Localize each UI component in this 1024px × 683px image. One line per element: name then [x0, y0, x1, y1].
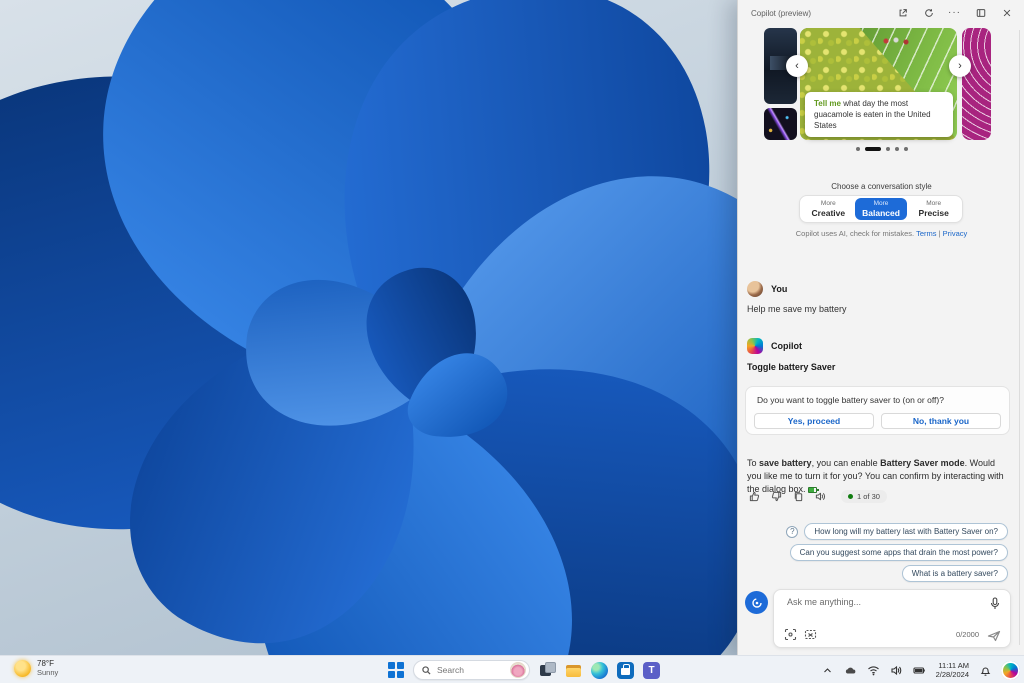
carousel-dot[interactable] [895, 147, 899, 151]
terms-link[interactable]: Terms [916, 229, 936, 238]
style-option-precise[interactable]: More Precise [907, 198, 960, 220]
carousel-dot[interactable] [886, 147, 890, 151]
taskbar-center: T [388, 656, 660, 683]
weather-condition: Sunny [37, 668, 58, 677]
message-feedback-bar: 1 of 30 [747, 489, 887, 503]
suggestion-chip-3[interactable]: What is a battery saver? [902, 565, 1008, 582]
copilot-panel: Copilot (preview) ··· [737, 0, 1024, 655]
assistant-message-header: Copilot [747, 338, 802, 354]
clock-date: 2/28/2024 [936, 670, 969, 679]
discover-carousel: ‹ › Tell me what day the most guacamole … [738, 28, 1024, 142]
screenshot-icon[interactable] [804, 628, 817, 641]
suggestion-help-icon[interactable]: ? [786, 526, 798, 538]
status-dot [848, 494, 853, 499]
taskbar-search[interactable] [413, 660, 530, 680]
copilot-avatar [747, 338, 763, 354]
carousel-prev-item[interactable] [764, 28, 797, 140]
conversation-style-label: Choose a conversation style [738, 182, 1024, 191]
thumbs-up-icon[interactable] [747, 489, 761, 503]
teams-icon[interactable]: T [643, 662, 660, 679]
hidden-icons-chevron[interactable] [821, 663, 835, 677]
clock-time: 11:11 AM [936, 661, 969, 670]
suggestion-chip-1[interactable]: How long will my battery last with Batte… [804, 523, 1008, 540]
panel-title: Copilot (preview) [738, 9, 811, 18]
start-button[interactable] [388, 662, 404, 678]
bloom-flower-graphic [0, 0, 737, 655]
dialog-question: Do you want to toggle battery saver to (… [757, 395, 944, 405]
carousel-prompt-card[interactable]: Tell me what day the most guacamole is e… [805, 92, 953, 137]
battery-icon[interactable] [913, 663, 927, 677]
response-page-badge: 1 of 30 [841, 490, 887, 503]
carousel-next-button[interactable]: › [949, 55, 971, 77]
search-daily-image [510, 662, 526, 678]
search-icon [422, 666, 431, 675]
copilot-panel-header: Copilot (preview) ··· [738, 0, 1024, 26]
carousel-prev-button[interactable]: ‹ [786, 55, 808, 77]
dock-window-icon[interactable] [975, 8, 986, 19]
weather-widget[interactable]: 78°F Sunny [8, 658, 64, 678]
prompt-highlight: Tell me [814, 99, 841, 108]
desktop-wallpaper [0, 0, 737, 655]
carousel-next-item[interactable] [962, 28, 991, 140]
chat-input-box: 0/2000 [773, 589, 1011, 648]
close-icon[interactable] [1001, 8, 1012, 19]
microsoft-store-icon[interactable] [617, 662, 634, 679]
character-counter: 0/2000 [956, 630, 979, 639]
send-icon[interactable] [987, 629, 1001, 641]
yes-proceed-button[interactable]: Yes, proceed [754, 413, 874, 429]
search-input[interactable] [437, 665, 507, 675]
conversation-style-toggle: More Creative More Balanced More Precise [799, 195, 963, 223]
assistant-heading: Toggle battery Saver [747, 362, 835, 372]
ai-disclaimer: Copilot uses AI, check for mistakes. Ter… [738, 229, 1024, 238]
user-message: Help me save my battery [747, 304, 847, 314]
copy-icon[interactable] [791, 489, 805, 503]
read-aloud-icon[interactable] [813, 489, 827, 503]
chat-input[interactable] [787, 597, 967, 607]
style-option-creative[interactable]: More Creative [802, 198, 855, 220]
carousel-dot-active[interactable] [865, 147, 881, 151]
suggestion-chip-2[interactable]: Can you suggest some apps that drain the… [790, 544, 1008, 561]
carousel-dot[interactable] [856, 147, 860, 151]
no-thank-you-button[interactable]: No, thank you [881, 413, 1001, 429]
add-image-icon[interactable] [784, 628, 797, 641]
wifi-icon[interactable] [867, 663, 881, 677]
user-name: You [771, 284, 787, 294]
volume-icon[interactable] [890, 663, 904, 677]
taskbar-clock[interactable]: 11:11 AM 2/28/2024 [936, 661, 969, 679]
carousel-pagination [738, 147, 1024, 151]
sunny-icon [14, 660, 31, 677]
copilot-taskbar-icon[interactable] [1001, 661, 1020, 680]
assistant-name: Copilot [771, 341, 802, 351]
system-tray: 11:11 AM 2/28/2024 [821, 656, 1020, 683]
open-external-icon[interactable] [897, 8, 908, 19]
user-avatar [747, 281, 763, 297]
style-option-balanced[interactable]: More Balanced [855, 198, 908, 220]
more-options-icon[interactable]: ··· [949, 8, 960, 19]
refresh-icon[interactable] [923, 8, 934, 19]
edge-browser-icon[interactable] [591, 662, 608, 679]
privacy-link[interactable]: Privacy [943, 229, 968, 238]
user-message-header: You [747, 281, 787, 297]
thumbs-down-icon[interactable] [769, 489, 783, 503]
battery-saver-dialog: Do you want to toggle battery saver to (… [745, 386, 1010, 435]
task-view-button[interactable] [539, 662, 556, 679]
carousel-dot[interactable] [904, 147, 908, 151]
onedrive-icon[interactable] [844, 663, 858, 677]
taskbar: 78°F Sunny T [0, 655, 1024, 683]
file-explorer-icon[interactable] [565, 662, 582, 679]
screen: Copilot (preview) ··· [0, 0, 1024, 683]
notifications-bell-icon[interactable] [978, 663, 992, 677]
carousel-image-neon [764, 108, 797, 140]
panel-header-actions: ··· [897, 8, 1024, 19]
microphone-icon[interactable] [989, 597, 1001, 610]
weather-temperature: 78°F [37, 659, 58, 668]
new-topic-button[interactable] [745, 591, 768, 614]
